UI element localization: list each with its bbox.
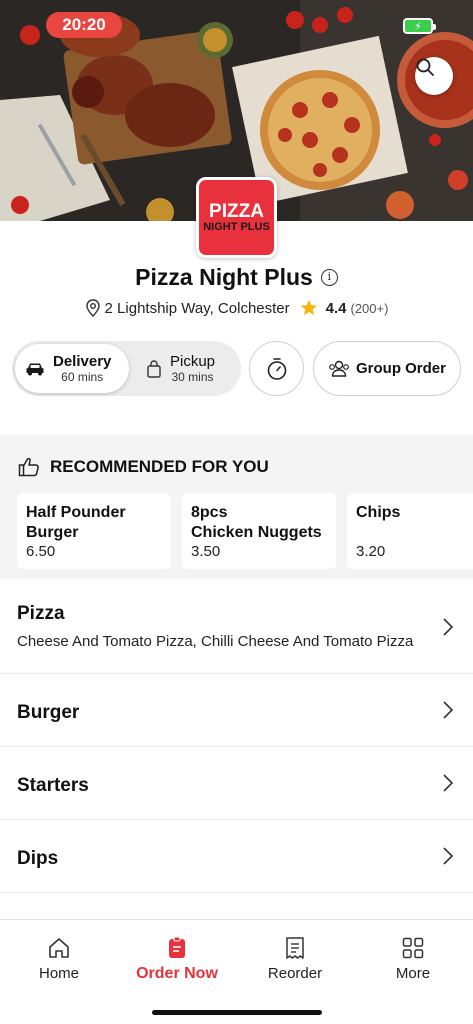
rating-value: 4.4 xyxy=(325,299,347,317)
recommended-item-price: 3.50 xyxy=(191,543,221,560)
star-icon xyxy=(300,299,317,316)
restaurant-name: Pizza Night Plus xyxy=(135,264,313,290)
category-name: Starters xyxy=(17,775,89,796)
status-time: 20:20 xyxy=(46,12,122,38)
delivery-option[interactable]: Delivery 60 mins xyxy=(15,344,129,393)
rating-count: (200+) xyxy=(350,300,389,316)
location-pin-icon xyxy=(85,299,100,317)
category-name: Burger xyxy=(17,702,80,723)
category-row-starters[interactable]: Starters xyxy=(0,747,473,820)
tab-home[interactable]: Home xyxy=(0,936,118,982)
home-indicator xyxy=(152,1010,322,1015)
category-row-pizza[interactable]: Pizza Cheese And Tomato Pizza, Chilli Ch… xyxy=(0,579,473,674)
category-row-dips[interactable]: Dips xyxy=(0,820,473,893)
grid-more-icon xyxy=(402,937,424,959)
logo-text-pizza: PIZZA xyxy=(209,201,264,222)
tab-home-label: Home xyxy=(38,965,79,982)
recommended-item-half-pounder-burger[interactable]: Half Pounder Burger 6.50 xyxy=(17,493,171,569)
tab-order-now-label: Order Now xyxy=(136,965,218,982)
home-icon xyxy=(49,938,69,958)
pickup-option[interactable]: Pickup 30 mins xyxy=(146,344,238,393)
timer-icon xyxy=(267,357,286,380)
order-type-toggle: Delivery 60 mins Pickup 30 mins xyxy=(12,341,241,396)
group-order-button[interactable]: Group Order xyxy=(313,341,461,396)
recommended-item-price: 3.20 xyxy=(356,543,386,560)
schedule-button[interactable] xyxy=(249,341,304,396)
recommended-section: RECOMMENDED FOR YOU Half Pounder Burger … xyxy=(0,435,473,579)
tab-order-now[interactable]: Order Now xyxy=(118,936,236,983)
battery-charging-icon: ⚡ xyxy=(403,18,436,34)
category-name: Pizza xyxy=(17,603,65,624)
chevron-right-icon xyxy=(443,701,454,719)
chevron-right-icon xyxy=(443,774,454,792)
search-button[interactable] xyxy=(415,57,453,95)
tab-reorder-label: Reorder xyxy=(267,965,323,982)
restaurant-title-row: Pizza Night Plus i xyxy=(0,264,473,291)
chevron-right-icon xyxy=(443,618,454,636)
recommended-item-name: Half Pounder Burger xyxy=(26,504,126,541)
tab-more[interactable]: More xyxy=(354,936,472,982)
group-users-icon xyxy=(329,360,349,377)
thumbs-up-icon xyxy=(18,457,39,477)
restaurant-logo: PIZZA NIGHT PLUS xyxy=(196,177,277,258)
car-icon xyxy=(26,363,44,375)
recommended-heading: RECOMMENDED FOR YOU xyxy=(50,457,269,476)
pickup-label: Pickup xyxy=(170,353,216,370)
recommended-header: RECOMMENDED FOR YOU xyxy=(18,457,269,477)
restaurant-address: 2 Lightship Way, Colchester xyxy=(104,299,290,317)
category-row-burger[interactable]: Burger xyxy=(0,674,473,747)
delivery-label: Delivery xyxy=(53,353,112,370)
info-icon[interactable]: i xyxy=(320,269,338,286)
bottom-navigation: Home Order Now Reorder More xyxy=(0,919,473,1024)
category-description: Cheese And Tomato Pizza, Chilli Cheese A… xyxy=(17,633,414,650)
search-icon xyxy=(416,58,434,76)
receipt-icon xyxy=(286,937,304,959)
address-row: 2 Lightship Way, Colchester 4.4 (200+) xyxy=(0,299,473,317)
tab-more-label: More xyxy=(395,965,431,982)
shopping-bag-icon xyxy=(147,359,161,378)
logo-text-night-plus: NIGHT PLUS xyxy=(203,221,270,233)
recommended-item-name: 8pcs Chicken Nuggets xyxy=(191,504,322,541)
recommended-item-chips[interactable]: Chips 3.20 xyxy=(347,493,473,569)
order-clipboard-icon xyxy=(169,936,185,958)
tab-reorder[interactable]: Reorder xyxy=(236,936,354,982)
delivery-time: 60 mins xyxy=(61,370,104,384)
recommended-item-price: 6.50 xyxy=(26,543,56,560)
recommended-item-name: Chips xyxy=(356,504,401,521)
chevron-right-icon xyxy=(443,847,454,865)
group-order-label: Group Order xyxy=(355,360,446,377)
category-name: Dips xyxy=(17,848,59,869)
recommended-item-chicken-nuggets[interactable]: 8pcs Chicken Nuggets 3.50 xyxy=(182,493,336,569)
pickup-time: 30 mins xyxy=(171,370,214,384)
